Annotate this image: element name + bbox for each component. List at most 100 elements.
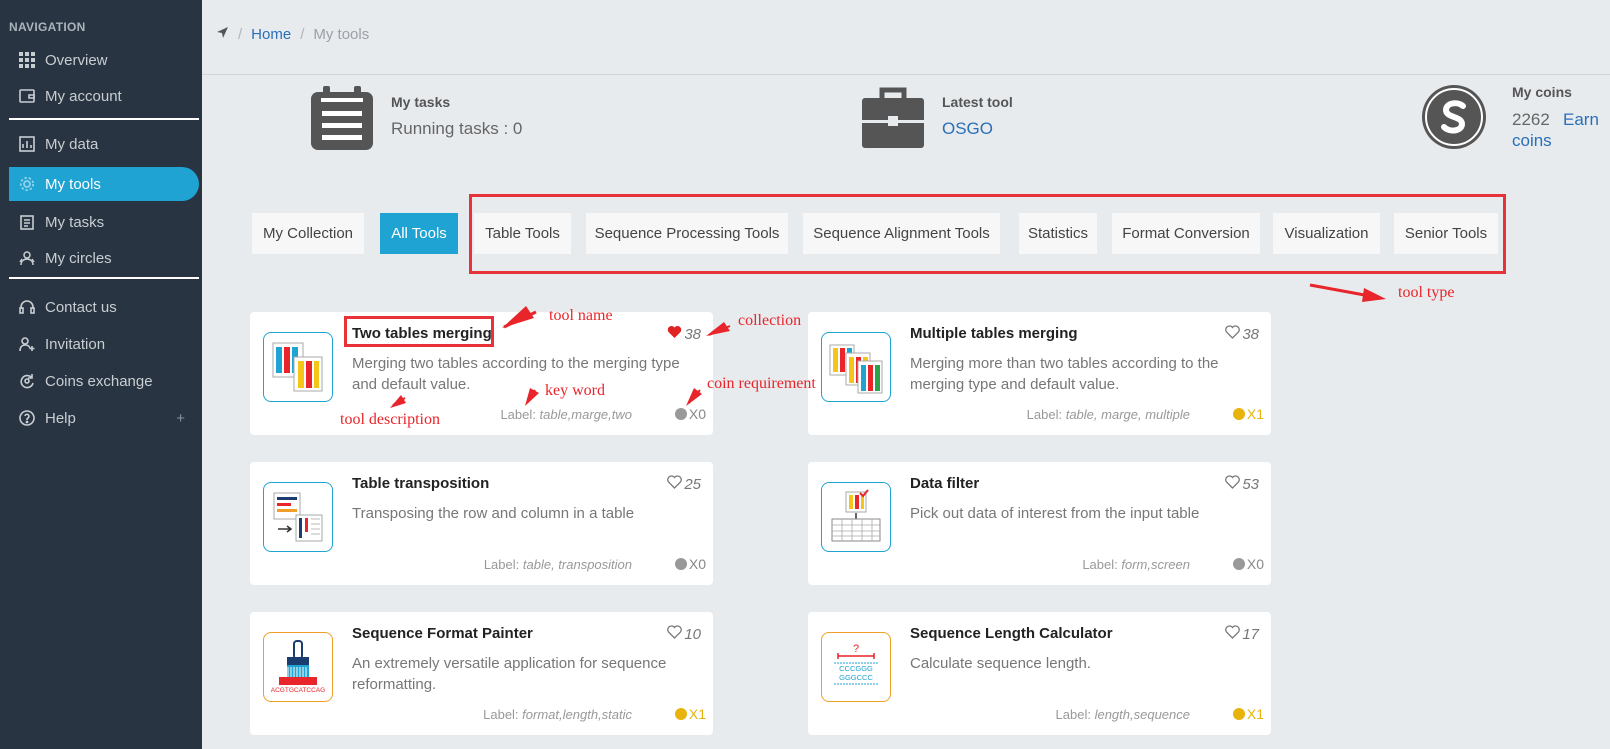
my-tasks-title: My tasks <box>391 94 451 110</box>
tool-card-table-transposition[interactable]: Table transposition 25 Transposing the r… <box>250 462 713 585</box>
collection-count[interactable]: 38 <box>667 325 701 343</box>
expand-plus-icon[interactable]: + <box>176 410 185 427</box>
label-values: table, marge, multiple <box>1065 407 1190 422</box>
annotation-tool-type: tool type <box>1398 284 1455 301</box>
sidebar-item-my-data[interactable]: My data <box>9 127 199 161</box>
earn-coins-link-line2[interactable]: coins <box>1512 131 1552 151</box>
tab-my-collection[interactable]: My Collection <box>252 213 364 254</box>
latest-tool-link[interactable]: OSGO <box>942 119 993 139</box>
chart-icon <box>18 135 36 153</box>
tool-labels: Label: table,marge,two <box>500 407 632 422</box>
calc-seq-b-text: GGGCCC <box>839 673 873 682</box>
sidebar-item-label: Contact us <box>45 298 117 316</box>
collection-count[interactable]: 10 <box>667 625 701 643</box>
heart-outline-icon[interactable] <box>667 625 683 643</box>
heart-filled-icon[interactable] <box>667 325 682 343</box>
briefcase-icon <box>861 82 925 155</box>
format-painter-icon: ACGTGCATCCAG <box>263 632 333 702</box>
label-values: format,length,static <box>522 707 632 722</box>
coin-logo-icon <box>1421 84 1487 155</box>
sidebar-item-coins-exchange[interactable]: Coins exchange <box>9 364 199 398</box>
heart-outline-icon[interactable] <box>1225 475 1241 493</box>
sidebar-item-label: Invitation <box>45 335 106 353</box>
coin-requirement: X0 <box>1232 556 1264 572</box>
sidebar-item-label: Help <box>45 409 76 427</box>
coin-value: X0 <box>688 406 706 422</box>
tool-card-sequence-format-painter[interactable]: ACGTGCATCCAG Sequence Format Painter 10 … <box>250 612 713 735</box>
length-calculator-icon: ? CCCGGG GGGCCC <box>821 632 891 702</box>
painter-sequence-text: ACGTGCATCCAG <box>271 687 325 694</box>
coin-value: X1 <box>1246 406 1264 422</box>
breadcrumb-separator: / <box>238 26 243 43</box>
header-divider <box>202 74 1610 75</box>
breadcrumb-home-link[interactable]: Home <box>251 26 291 43</box>
nav-divider <box>9 277 199 279</box>
sidebar-item-my-circles[interactable]: My circles <box>9 241 199 275</box>
coin-gold-icon <box>1232 408 1245 420</box>
tool-title[interactable]: Sequence Length Calculator <box>910 625 1113 642</box>
tool-description: Merging more than two tables according t… <box>910 355 1219 393</box>
likes-value: 53 <box>1242 475 1259 493</box>
tool-description: Merging two tables according to the merg… <box>352 355 680 393</box>
label-prefix: Label: <box>483 707 519 722</box>
tab-all-tools[interactable]: All Tools <box>380 213 458 254</box>
breadcrumb: / Home / My tools <box>216 26 369 43</box>
coins-amount: 2262 <box>1512 110 1550 129</box>
sidebar-item-invitation[interactable]: Invitation <box>9 327 199 361</box>
sidebar-item-label: My tools <box>45 175 101 193</box>
collection-count[interactable]: 25 <box>667 475 701 493</box>
users-icon <box>18 249 36 267</box>
tool-title[interactable]: Multiple tables merging <box>910 325 1078 342</box>
tool-labels: Label: form,screen <box>1082 557 1190 572</box>
coin-value: X1 <box>1246 706 1264 722</box>
table-merge-icon <box>263 332 333 402</box>
collection-count[interactable]: 38 <box>1225 325 1259 343</box>
likes-value: 38 <box>1242 325 1259 343</box>
user-plus-icon <box>18 335 36 353</box>
coin-gold-icon <box>674 708 687 720</box>
tool-card-data-filter[interactable]: Data filter 53 Pick out data of interest… <box>808 462 1271 585</box>
calc-question-text: ? <box>853 643 859 655</box>
tool-name-highlight-box <box>344 316 494 347</box>
earn-coins-link[interactable]: Earn <box>1563 110 1599 130</box>
likes-value: 10 <box>684 625 701 643</box>
tool-title[interactable]: Table transposition <box>352 475 489 492</box>
collection-count[interactable]: 17 <box>1225 625 1259 643</box>
sidebar-item-my-tools[interactable]: My tools <box>9 167 199 201</box>
tool-type-highlight-box <box>469 194 1506 274</box>
sidebar-item-overview[interactable]: Overview <box>9 43 199 77</box>
sidebar-item-my-account[interactable]: My account <box>9 79 199 113</box>
likes-value: 25 <box>684 475 701 493</box>
sidebar-item-my-tasks[interactable]: My tasks <box>9 205 199 239</box>
headset-icon <box>18 298 36 316</box>
likes-value: 38 <box>684 325 701 343</box>
tool-description: Calculate sequence length. <box>910 655 1091 672</box>
coin-gray-icon <box>674 408 687 420</box>
annotation-tool-name: tool name <box>549 307 613 324</box>
coin-gray-icon <box>1232 558 1245 570</box>
heart-outline-icon[interactable] <box>667 475 683 493</box>
tool-card-sequence-length-calculator[interactable]: ? CCCGGG GGGCCC Sequence Length Calculator… <box>808 612 1271 735</box>
label-prefix: Label: <box>500 407 536 422</box>
sidebar-item-contact-us[interactable]: Contact us <box>9 290 199 324</box>
tool-card-multiple-tables-merging[interactable]: Multiple tables merging 38 Merging more … <box>808 312 1271 435</box>
tool-labels: Label: table, marge, multiple <box>1027 407 1190 422</box>
coin-value: X1 <box>688 706 706 722</box>
tool-title[interactable]: Data filter <box>910 475 979 492</box>
running-tasks-value: Running tasks : 0 <box>391 119 523 138</box>
tool-labels: Label: length,sequence <box>1056 707 1190 722</box>
sidebar: NAVIGATION Overview My account My data M… <box>0 0 202 749</box>
coin-value: X0 <box>688 556 706 572</box>
collection-count[interactable]: 53 <box>1225 475 1259 493</box>
clipboard-icon <box>18 213 36 231</box>
annotation-coin-requirement: coin requirement <box>707 375 816 392</box>
sidebar-item-label: Overview <box>45 51 108 69</box>
location-arrow-icon <box>216 26 229 43</box>
heart-outline-icon[interactable] <box>1225 325 1241 343</box>
sidebar-item-help[interactable]: Help + <box>9 401 199 435</box>
tool-title[interactable]: Sequence Format Painter <box>352 625 533 642</box>
annotation-tool-description: tool description <box>340 411 440 428</box>
coin-gold-icon <box>1232 708 1245 720</box>
tool-description: Transposing the row and column in a tabl… <box>352 505 635 522</box>
heart-outline-icon[interactable] <box>1225 625 1241 643</box>
